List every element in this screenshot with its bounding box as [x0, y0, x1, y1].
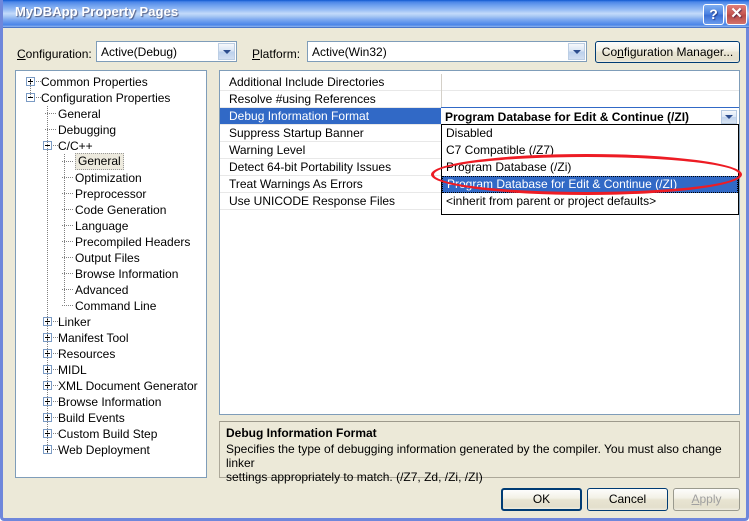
dropdown-option[interactable]: C7 Compatible (/Z7) — [442, 142, 738, 159]
chevron-down-icon[interactable] — [721, 110, 737, 124]
tree-item-label: MIDL — [58, 363, 87, 377]
tree-item-output-files[interactable]: Output Files — [16, 250, 206, 266]
tree-item-label: General — [58, 107, 101, 121]
chevron-down-icon[interactable] — [218, 43, 235, 60]
tree-connector — [62, 305, 74, 306]
tree-item-linker[interactable]: Linker — [16, 314, 206, 330]
property-name[interactable]: Additional Include Directories — [220, 74, 441, 90]
tree-item-label: Configuration Properties — [41, 91, 171, 105]
tree-item-resources[interactable]: Resources — [16, 346, 206, 362]
dropdown-option[interactable]: <inherit from parent or project defaults… — [442, 193, 738, 210]
description-panel: Debug Information Format Specifies the t… — [219, 421, 740, 484]
debug-information-format-dropdown-list[interactable]: Disabled C7 Compatible (/Z7) Program Datab… — [441, 125, 739, 215]
platform-value: Active(Win32) — [312, 45, 387, 59]
tree-item-label: Advanced — [75, 283, 129, 297]
tree-item-custom-build-step[interactable]: Custom Build Step — [16, 426, 206, 442]
tree-item-label: Debugging — [58, 123, 117, 137]
tree-item-general[interactable]: General — [16, 106, 206, 122]
configuration-combo[interactable]: Active(Debug) — [96, 41, 237, 62]
tree-item-browse-information[interactable]: Browse Information — [16, 394, 206, 410]
description-title: Debug Information Format — [226, 426, 377, 440]
configuration-label: Configuration: — [17, 47, 92, 61]
tree-item-label: Preprocessor — [75, 187, 147, 201]
tree-item-debugging[interactable]: Debugging — [16, 122, 206, 138]
tree-item-label: Common Properties — [41, 75, 148, 89]
tree-connector — [47, 106, 48, 454]
property-name[interactable]: Use UNICODE Response Files — [220, 193, 441, 209]
platform-combo[interactable]: Active(Win32) — [307, 41, 587, 62]
tree-item-label: C/C++ — [58, 139, 93, 153]
tree-item-label: Precompiled Headers — [75, 235, 191, 249]
tree-item-general[interactable]: General — [16, 153, 206, 170]
cancel-button[interactable]: Cancel — [587, 488, 668, 511]
debug-information-format-editor[interactable]: Program Database for Edit & Continue (/Z… — [441, 107, 739, 125]
apply-button: Apply — [673, 488, 740, 511]
tree-item-optimization[interactable]: Optimization — [16, 170, 206, 186]
tree-item-manifest-tool[interactable]: Manifest Tool — [16, 330, 206, 346]
tree-item-label: Optimization — [75, 171, 142, 185]
property-row[interactable]: Additional Include Directories — [220, 74, 739, 91]
tree-item-midl[interactable]: MIDL — [16, 362, 206, 378]
tree-item-label: XML Document Generator — [58, 379, 198, 393]
tree-item-label: Code Generation — [75, 203, 167, 217]
configuration-tree[interactable]: Common Properties Configuration Propertie… — [15, 70, 207, 478]
tree-item-label: Browse Information — [75, 267, 179, 281]
tree-item-label: Custom Build Step — [58, 427, 158, 441]
tree-item-label: Manifest Tool — [58, 331, 129, 345]
property-row[interactable]: Resolve #using References — [220, 91, 739, 108]
tree-item-label: Browse Information — [58, 395, 162, 409]
tree-item-xml-document-generator[interactable]: XML Document Generator — [16, 378, 206, 394]
property-name[interactable]: Treat Warnings As Errors — [220, 176, 441, 192]
editor-value: Program Database for Edit & Continue (/Z… — [445, 110, 690, 124]
dropdown-option[interactable]: Disabled — [442, 125, 738, 142]
ok-button[interactable]: OK — [501, 488, 582, 511]
help-button[interactable]: ? — [703, 4, 724, 25]
dropdown-option[interactable]: Program Database for Edit & Continue (/Z… — [442, 176, 738, 193]
tree-connector — [64, 154, 65, 303]
window-title: MyDBApp Property Pages — [15, 4, 179, 19]
tree-item-label: Resources — [58, 347, 116, 361]
tree-item-label: Web Deployment — [58, 443, 150, 457]
property-name[interactable]: Warning Level — [220, 142, 441, 158]
configuration-value: Active(Debug) — [101, 45, 178, 59]
property-name[interactable]: Resolve #using References — [220, 91, 441, 107]
tree-item-precompiled-headers[interactable]: Precompiled Headers — [16, 234, 206, 250]
configuration-manager-button[interactable]: Configuration Manager... — [595, 41, 740, 63]
tree-item-common-properties[interactable]: Common Properties — [16, 74, 206, 90]
tree-item-label: Linker — [58, 315, 91, 329]
tree-item-code-generation[interactable]: Code Generation — [16, 202, 206, 218]
platform-label: Platform: — [252, 47, 301, 61]
property-pages-dialog: MyDBApp Property Pages ? ✕ Configuration… — [0, 0, 749, 521]
dropdown-option[interactable]: Program Database (/Zi) — [442, 159, 738, 176]
description-body: Specifies the type of debugging informat… — [226, 442, 722, 484]
tree-item-preprocessor[interactable]: Preprocessor — [16, 186, 206, 202]
tree-item-language[interactable]: Language — [16, 218, 206, 234]
chevron-down-icon[interactable] — [568, 43, 585, 60]
tree-item-label: Command Line — [75, 299, 157, 313]
tree-item-configuration-properties[interactable]: Configuration Properties — [16, 90, 206, 106]
tree-item-label: Output Files — [75, 251, 140, 265]
property-value[interactable] — [442, 91, 446, 107]
tree-item-label: Language — [75, 219, 129, 233]
tree-item-command-line[interactable]: Command Line — [16, 298, 206, 314]
tree-item-label: General — [75, 153, 124, 170]
property-name[interactable]: Detect 64-bit Portability Issues — [220, 159, 441, 175]
tree-item-web-deployment[interactable]: Web Deployment — [16, 442, 206, 458]
tree-item-build-events[interactable]: Build Events — [16, 410, 206, 426]
property-name[interactable]: Suppress Startup Banner — [220, 125, 441, 141]
tree-item-advanced[interactable]: Advanced — [16, 282, 206, 298]
property-grid[interactable]: Additional Include Directories Resolve #u… — [219, 70, 740, 415]
tree-connector — [30, 82, 31, 98]
property-name[interactable]: Debug Information Format — [220, 108, 441, 124]
title-bar: MyDBApp Property Pages ? ✕ — [3, 0, 749, 28]
tree-item-browse-information[interactable]: Browse Information — [16, 266, 206, 282]
close-button[interactable]: ✕ — [726, 4, 747, 25]
property-value[interactable] — [442, 74, 446, 90]
tree-item-c-c[interactable]: C/C++ — [16, 138, 206, 154]
tree-item-label: Build Events — [58, 411, 125, 425]
